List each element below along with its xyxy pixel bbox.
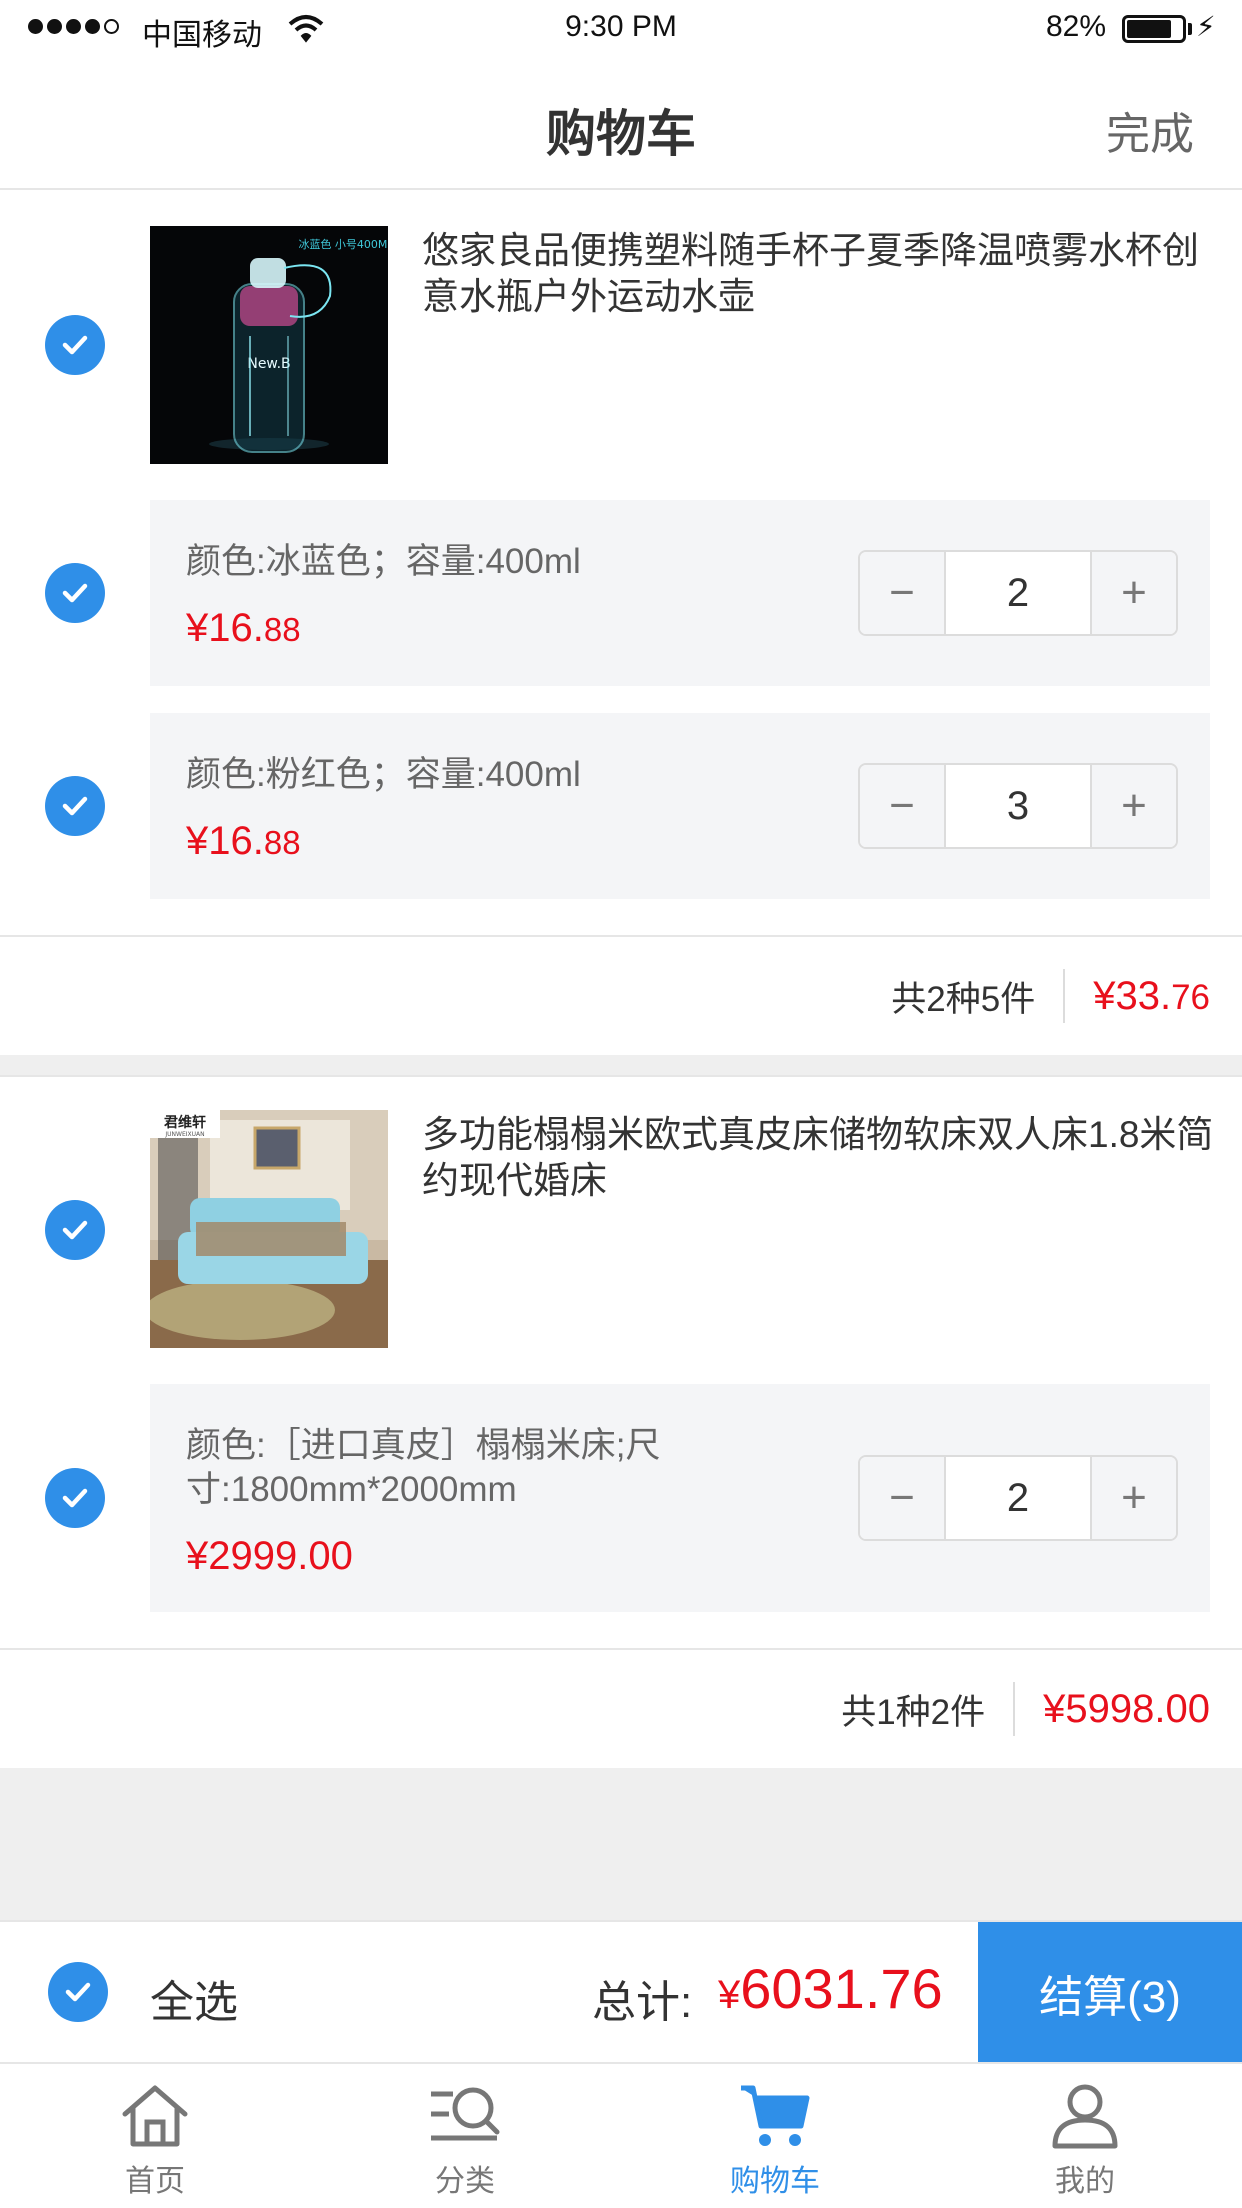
summary-separator: [1063, 969, 1066, 1023]
battery-cap: [1188, 23, 1192, 35]
sku-price: ¥16.88: [186, 819, 301, 863]
store-summary: 共2种5件 ¥33.76: [0, 937, 1242, 1055]
checkout-bar: 全选 总计: ¥6031.76 结算(3): [0, 1920, 1242, 2064]
quantity-value[interactable]: 3: [944, 765, 1092, 847]
quantity-stepper: − 3 +: [858, 763, 1178, 849]
tab-bar: 首页 分类 购物车 我的: [0, 2062, 1242, 2208]
page-title: 购物车: [546, 106, 696, 162]
checkmark-icon: [62, 335, 88, 355]
sku-row: 颜色:粉红色；容量:400ml ¥16.88 − 3 +: [150, 713, 1210, 899]
select-all-label[interactable]: 全选: [150, 1966, 238, 2030]
decrease-button[interactable]: −: [860, 1457, 944, 1539]
tab-category[interactable]: 分类: [310, 2064, 620, 2208]
quantity-stepper: − 2 +: [858, 550, 1178, 636]
product-title[interactable]: 多功能榻榻米欧式真皮床储物软床双人床1.8米简约现代婚床: [422, 1112, 1222, 1204]
done-button[interactable]: 完成: [1106, 98, 1194, 162]
sku-checkbox[interactable]: [45, 776, 105, 836]
sku-row: 颜色:冰蓝色；容量:400ml ¥16.88 − 2 +: [150, 500, 1210, 686]
status-bar: 中国移动 9:30 PM 82% ⚡: [0, 0, 1242, 60]
sku-description: 颜色:冰蓝色；容量:400ml: [186, 542, 581, 581]
summary-separator: [1013, 1682, 1016, 1736]
product-checkbox[interactable]: [45, 1200, 105, 1260]
store-summary: 共1种2件 ¥5998.00: [0, 1650, 1242, 1768]
sku-checkbox[interactable]: [45, 563, 105, 623]
water-bottle-image: 冰蓝色 小号400ML New.B: [150, 226, 388, 464]
tab-label: 购物车: [730, 2165, 820, 2198]
total-label: 总计:: [592, 1978, 693, 2027]
category-search-icon: [431, 2087, 500, 2141]
bed-image: 君维轩 JUNWEIXUAN: [150, 1110, 388, 1348]
section-gap: [0, 1055, 1242, 1077]
select-all-checkbox[interactable]: [48, 1962, 108, 2022]
brand-sub: JUNWEIXUAN: [164, 1131, 204, 1138]
image-caption: 冰蓝色 小号400ML: [298, 237, 388, 251]
product-image-bed[interactable]: 君维轩 JUNWEIXUAN: [150, 1110, 388, 1348]
tab-label: 首页: [125, 2165, 185, 2198]
store-subtotal: ¥5998.00: [1043, 1686, 1210, 1731]
checkmark-icon: [62, 1220, 88, 1240]
sku-description: 颜色:［进口真皮］榻榻米床;尺寸:1800mm*2000mm: [186, 1426, 661, 1509]
brand-logo: 君维轩: [163, 1114, 206, 1131]
home-icon: [122, 2085, 188, 2147]
product-image-water-bottle[interactable]: 冰蓝色 小号400ML New.B: [150, 226, 388, 464]
battery-percent: 82%: [1046, 10, 1107, 43]
decrease-button[interactable]: −: [860, 552, 944, 634]
quantity-stepper: − 2 +: [858, 1455, 1178, 1541]
product-title[interactable]: 悠家良品便携塑料随手杯子夏季降温喷雾水杯创意水瓶户外运动水壶: [422, 228, 1222, 320]
store-subtotal: ¥33.76: [1093, 973, 1210, 1018]
sku-price: ¥16.88: [186, 606, 301, 650]
sku-description: 颜色:粉红色；容量:400ml: [186, 755, 581, 794]
tab-profile[interactable]: 我的: [930, 2064, 1240, 2208]
increase-button[interactable]: +: [1092, 765, 1176, 847]
product-checkbox[interactable]: [45, 315, 105, 375]
decrease-button[interactable]: −: [860, 765, 944, 847]
checkmark-icon: [62, 1488, 88, 1508]
empty-area: [0, 1768, 1242, 1920]
checkmark-icon: [65, 1982, 91, 2002]
increase-button[interactable]: +: [1092, 1457, 1176, 1539]
tab-label: 我的: [1055, 2165, 1115, 2198]
quantity-value[interactable]: 2: [944, 552, 1092, 634]
tab-cart[interactable]: 购物车: [620, 2064, 930, 2208]
battery-icon: [1122, 15, 1186, 43]
sku-row: 颜色:［进口真皮］榻榻米床;尺寸:1800mm*2000mm ¥2999.00 …: [150, 1384, 1210, 1612]
item-count: 共1种2件: [841, 1692, 986, 1732]
sku-price: ¥2999.00: [186, 1534, 353, 1578]
checkout-button[interactable]: 结算(3): [978, 1922, 1242, 2064]
bottle-brand-text: New.B: [247, 356, 290, 372]
checkmark-icon: [62, 583, 88, 603]
sku-checkbox[interactable]: [45, 1468, 105, 1528]
user-icon: [1052, 2084, 1118, 2149]
total-value: ¥6031.76: [718, 1957, 943, 2020]
quantity-value[interactable]: 2: [944, 1457, 1092, 1539]
item-count: 共2种5件: [891, 979, 1036, 1019]
increase-button[interactable]: +: [1092, 552, 1176, 634]
nav-bar: 购物车 完成: [0, 60, 1242, 190]
charging-icon: ⚡: [1196, 11, 1216, 42]
tab-home[interactable]: 首页: [0, 2064, 310, 2208]
checkmark-icon: [62, 796, 88, 816]
cart-icon: [741, 2085, 810, 2146]
tab-label: 分类: [435, 2165, 495, 2198]
